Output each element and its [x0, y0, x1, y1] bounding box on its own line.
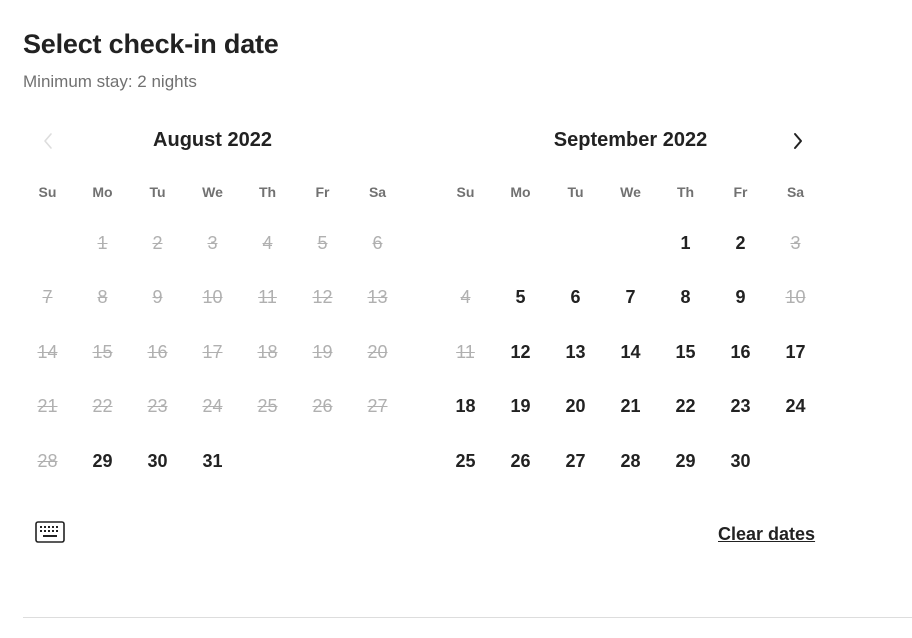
day-cell-available[interactable]: 17: [768, 325, 823, 380]
day-cell-unavailable: 14: [37, 341, 58, 362]
day-cell-unavailable: 19: [312, 341, 333, 362]
day-cell-unavailable: 18: [257, 341, 278, 362]
page-title: Select check-in date: [23, 29, 279, 59]
day-cell-unavailable: 9: [152, 287, 163, 308]
weekday-label: Th: [676, 184, 695, 200]
weekday-label: Su: [38, 184, 57, 200]
weekday-label: Mo: [510, 184, 531, 200]
day-cell-unavailable: 7: [42, 287, 53, 308]
day-cell-unavailable: 4: [262, 232, 273, 253]
weekday-label: Su: [456, 184, 475, 200]
weekday-label: Tu: [149, 184, 166, 200]
day-cell-unavailable: 6: [372, 232, 383, 253]
minimum-stay-note: Minimum stay: 2 nights: [23, 72, 197, 91]
weekday-label: Fr: [315, 184, 330, 200]
calendar-month-september: September 2022 Su Mo Tu We Th Fr Sa 1234567891…: [438, 125, 823, 485]
day-cell-unavailable: 8: [97, 287, 108, 308]
day-cell-available[interactable]: 19: [493, 380, 548, 435]
day-cell-unavailable: 3: [207, 232, 218, 253]
empty-day-cell: [438, 216, 493, 271]
weekday-label: Sa: [368, 184, 387, 200]
day-cell-available[interactable]: 31: [185, 434, 240, 489]
day-cell-available[interactable]: 8: [658, 271, 713, 326]
day-cell-unavailable: 2: [152, 232, 163, 253]
day-cell-unavailable: 25: [257, 396, 278, 417]
day-cell-available[interactable]: 7: [603, 271, 658, 326]
day-cell-unavailable: 10: [202, 287, 223, 308]
day-cell-available[interactable]: 25: [438, 434, 493, 489]
day-cell-unavailable: 16: [147, 341, 168, 362]
weekday-label: We: [202, 184, 223, 200]
day-cell-unavailable: 11: [456, 341, 475, 362]
day-cell-available[interactable]: 29: [658, 434, 713, 489]
day-cell-available[interactable]: 1: [658, 216, 713, 271]
day-cell-available[interactable]: 9: [713, 271, 768, 326]
day-cell-unavailable: 20: [367, 341, 388, 362]
day-cell-unavailable: 26: [312, 396, 333, 417]
day-cell-unavailable: 28: [37, 450, 58, 471]
day-cell-available[interactable]: 29: [75, 434, 130, 489]
calendar-month-august: August 2022 Su Mo Tu We Th Fr Sa 1 2 3 4 5 6 7 8 9 10 11…: [20, 125, 405, 485]
day-cell-unavailable: 23: [147, 396, 168, 417]
empty-day-cell: [548, 216, 603, 271]
day-cell-available[interactable]: 12: [493, 325, 548, 380]
weekday-label: Sa: [786, 184, 805, 200]
day-cell-unavailable: 13: [367, 287, 388, 308]
day-cell-unavailable: 11: [258, 287, 277, 308]
day-cell-available[interactable]: 6: [548, 271, 603, 326]
day-cell-available[interactable]: 24: [768, 380, 823, 435]
weekday-label: Th: [258, 184, 277, 200]
day-cell-available[interactable]: 16: [713, 325, 768, 380]
day-cell-available[interactable]: 2: [713, 216, 768, 271]
chevron-right-icon: [794, 133, 802, 149]
day-cell-available[interactable]: 20: [548, 380, 603, 435]
weekday-label: Tu: [567, 184, 584, 200]
weekday-header: Su Mo Tu We Th Fr Sa: [438, 184, 823, 200]
day-grid: 1 2 3 4 5 6 7 8 9 10 11 12 13 14 15 16 17 18 19 20 21 22 23 24 2…: [20, 216, 405, 489]
day-cell-unavailable: 17: [202, 341, 223, 362]
day-cell-unavailable: 5: [317, 232, 328, 253]
day-cell-unavailable: 22: [92, 396, 113, 417]
month-title: September 2022: [553, 129, 708, 151]
weekday-label: Mo: [92, 184, 113, 200]
weekday-label: Fr: [733, 184, 748, 200]
weekday-header: Su Mo Tu We Th Fr Sa: [20, 184, 405, 200]
day-cell-available[interactable]: 21: [603, 380, 658, 435]
day-cell-unavailable: 27: [367, 396, 388, 417]
day-cell-available[interactable]: 27: [548, 434, 603, 489]
empty-day-cell: [493, 216, 548, 271]
next-month-button[interactable]: [782, 125, 814, 157]
day-cell-unavailable: 21: [37, 396, 58, 417]
empty-day-cell: [603, 216, 658, 271]
day-cell-available[interactable]: 14: [603, 325, 658, 380]
day-cell-available[interactable]: 26: [493, 434, 548, 489]
day-cell-unavailable: 24: [202, 396, 223, 417]
day-cell-unavailable: 3: [790, 232, 801, 253]
day-cell-unavailable: 12: [312, 287, 333, 308]
day-cell-available[interactable]: 30: [130, 434, 185, 489]
keyboard-shortcuts-button[interactable]: [35, 521, 65, 543]
empty-day-cell: [20, 216, 75, 271]
weekday-label: We: [620, 184, 641, 200]
day-cell-available[interactable]: 13: [548, 325, 603, 380]
day-cell-available[interactable]: 23: [713, 380, 768, 435]
footer-divider: [23, 617, 912, 618]
day-grid: 1 2 3 4 5 6 7 8 9 10 11 12 13 14 15 16 17 18 19 20 21 22 23 24 2…: [438, 216, 823, 489]
month-title: August 2022: [153, 129, 272, 151]
day-cell-available[interactable]: 15: [658, 325, 713, 380]
day-cell-unavailable: 1: [97, 232, 108, 253]
day-cell-available[interactable]: 30: [713, 434, 768, 489]
day-cell-available[interactable]: 5: [493, 271, 548, 326]
clear-dates-link[interactable]: Clear dates: [718, 524, 815, 545]
day-cell-available[interactable]: 22: [658, 380, 713, 435]
day-cell-unavailable: 15: [92, 341, 113, 362]
day-cell-available[interactable]: 18: [438, 380, 493, 435]
day-cell-unavailable: 4: [460, 287, 471, 308]
day-cell-unavailable: 10: [785, 287, 806, 308]
keyboard-icon: [35, 521, 65, 543]
day-cell-available[interactable]: 28: [603, 434, 658, 489]
